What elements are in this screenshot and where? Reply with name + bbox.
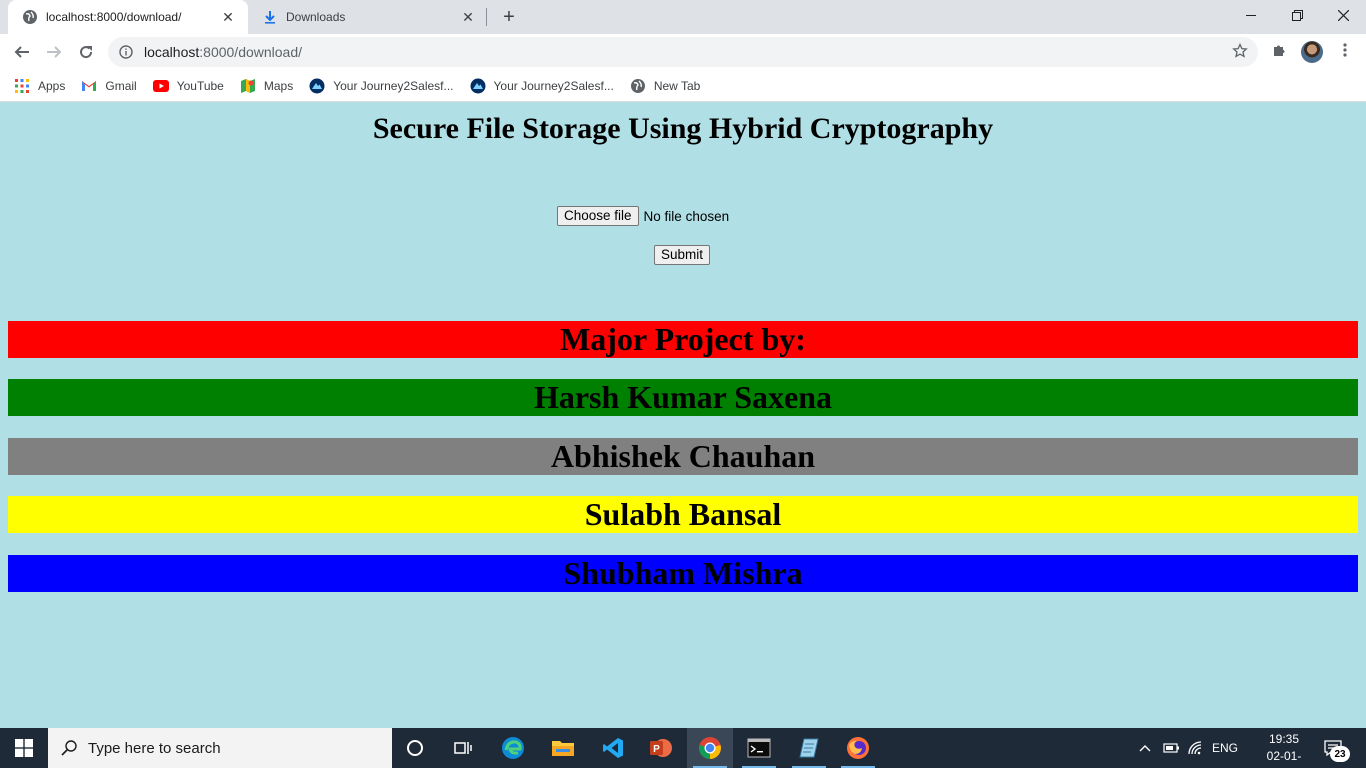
search-icon [60,739,78,757]
download-icon [262,9,278,25]
taskbar-search-box[interactable]: Type here to search [48,728,392,768]
terminal-icon [747,738,771,758]
powerpoint-app[interactable]: P [638,728,684,768]
new-tab-button[interactable]: + [498,6,520,28]
submit-button[interactable]: Submit [654,245,711,265]
battery-icon[interactable] [1163,728,1181,768]
bookmark-label: Apps [38,78,66,93]
bookmark-apps[interactable]: Apps [14,78,65,94]
member-band: Harsh Kumar Saxena [8,379,1358,416]
wifi-icon[interactable] [1188,728,1204,768]
bookmark-journey-1[interactable]: Your Journey2Salesf... [309,78,454,94]
bookmark-label: Your Journey2Salesf... [333,78,454,93]
bookmark-label: Your Journey2Salesf... [493,78,614,93]
member-band: Shubham Mishra [8,555,1358,592]
vscode-icon [603,738,623,758]
task-view-button[interactable] [440,728,486,768]
tab-downloads[interactable]: Downloads ✕ [248,0,488,34]
tab-separator [486,8,487,26]
address-bar[interactable]: localhost:8000/download/ [108,37,1258,67]
bookmark-youtube[interactable]: YouTube [152,78,224,94]
language-indicator[interactable]: ENG [1212,728,1238,768]
bookmark-label: Gmail [105,78,137,93]
trailhead-icon [470,78,486,94]
reload-button[interactable] [72,38,100,66]
gmail-icon [81,78,97,94]
menu-kebab-icon[interactable] [1337,42,1353,61]
browser-toolbar: localhost:8000/download/ [0,34,1366,70]
back-button[interactable] [8,38,36,66]
chrome-icon [699,737,721,759]
restore-button[interactable] [1274,0,1320,30]
start-button[interactable] [0,728,48,768]
tab-title: localhost:8000/download/ [46,10,182,24]
firefox-app[interactable] [835,728,881,768]
search-placeholder: Type here to search [88,739,221,757]
bookmark-new-tab[interactable]: New Tab [630,78,700,94]
close-tab-icon[interactable]: ✕ [220,9,236,25]
cortana-button[interactable] [392,728,438,768]
windows-taskbar: Type here to search P ENG 19:35 02-01-20 [0,728,1366,768]
notification-count-badge: 23 [1330,746,1350,762]
project-heading-band: Major Project by: [8,321,1358,358]
page-content: Secure File Storage Using Hybrid Cryptog… [0,102,1366,728]
file-explorer-icon [552,741,574,756]
edge-app[interactable] [490,728,536,768]
notes-app[interactable] [786,728,832,768]
chevron-up-icon [1139,745,1151,752]
show-hidden-icons-button[interactable] [1138,728,1152,768]
taskbar-clock[interactable]: 19:35 02-01-2021 [1254,731,1314,768]
profile-avatar[interactable] [1301,41,1323,63]
bookmark-journey-2[interactable]: Your Journey2Salesf... [470,78,614,94]
tab-download-page[interactable]: localhost:8000/download/ ✕ [8,0,248,34]
edge-icon [502,737,524,759]
bookmarks-bar: Apps Gmail YouTube Maps Your Journey2Sal… [0,70,1366,102]
youtube-icon [152,78,169,94]
bookmark-maps[interactable]: Maps [240,78,293,94]
minimize-button[interactable] [1228,0,1274,30]
member-band: Sulabh Bansal [8,496,1358,533]
clock-time: 19:35 [1268,732,1300,746]
url-text: localhost:8000/download/ [144,44,303,60]
terminal-app[interactable] [736,728,782,768]
tab-strip: localhost:8000/download/ ✕ Downloads ✕ + [0,0,1366,34]
bookmark-label: Maps [263,78,294,93]
task-view-icon [454,742,472,754]
bookmark-gmail[interactable]: Gmail [81,78,137,94]
apps-grid-icon [14,78,30,94]
tab-title: Downloads [286,10,346,24]
file-status-text: No file chosen [643,208,730,224]
choose-file-button[interactable]: Choose file [557,206,639,226]
chrome-app[interactable] [687,728,733,768]
extensions-puzzle-icon[interactable] [1271,42,1287,61]
globe-icon [630,78,646,94]
info-icon[interactable] [118,44,134,60]
file-explorer-app[interactable] [540,728,586,768]
bookmark-label: New Tab [653,78,701,93]
windows-logo-icon [15,739,33,757]
globe-icon [22,9,38,25]
trailhead-icon [309,78,325,94]
forward-button[interactable] [40,38,68,66]
close-tab-icon[interactable]: ✕ [460,9,476,25]
bookmark-star-icon[interactable] [1232,42,1248,62]
vscode-app[interactable] [590,728,636,768]
cortana-icon [407,740,423,756]
powerpoint-icon: P [650,739,672,757]
svg-text:P: P [653,744,660,755]
notes-icon [799,738,819,758]
file-input[interactable]: Choose file No file chosen [557,206,729,226]
maps-icon [240,78,256,94]
close-window-button[interactable] [1320,0,1366,30]
firefox-icon [847,737,869,759]
bookmark-label: YouTube [176,78,224,93]
member-band: Abhishek Chauhan [8,438,1358,475]
page-title: Secure File Storage Using Hybrid Cryptog… [372,112,994,145]
clock-date: 02-01-2021 [1266,749,1302,768]
